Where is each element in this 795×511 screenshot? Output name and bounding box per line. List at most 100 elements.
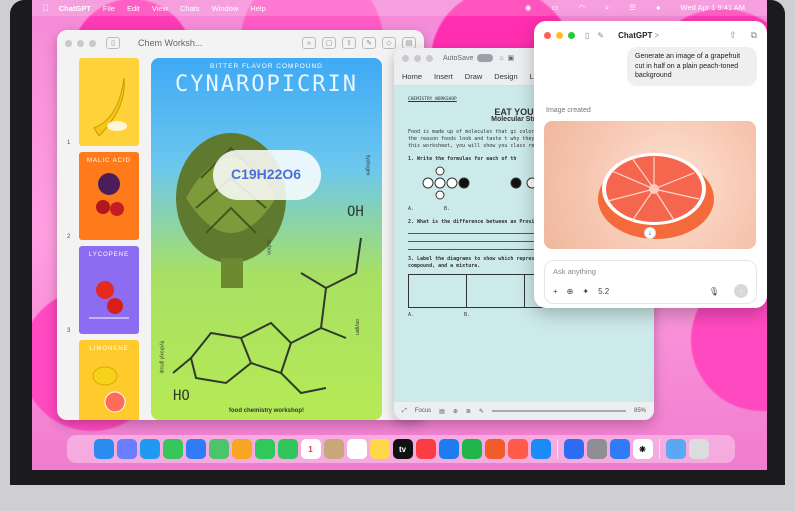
slide-thumb-4[interactable]: LIMONENE [79, 340, 139, 420]
battery-icon[interactable]: ▭ [551, 3, 558, 13]
share-icon[interactable]: ⇧ [729, 30, 737, 41]
tab-draw[interactable]: Draw [465, 72, 483, 81]
scroll-down-icon[interactable]: ↓ [644, 227, 656, 239]
chat-input[interactable]: Ask anything + ⊕ ✦ 5.2 🎙 ↑ [544, 260, 757, 304]
dock-safari-icon[interactable] [139, 439, 160, 459]
outline-icon[interactable]: ≣ [466, 408, 471, 415]
popout-icon[interactable]: ⧉ [751, 30, 757, 41]
dock-messages-icon[interactable] [162, 439, 183, 459]
web-layout-icon[interactable]: ⊕ [453, 408, 458, 415]
input-placeholder[interactable]: Ask anything [553, 267, 748, 276]
dock-music-icon[interactable] [415, 439, 436, 459]
microphone-icon[interactable]: 🎙 [709, 287, 719, 296]
dock-numbers-icon[interactable] [461, 439, 482, 459]
dock-maps-icon[interactable] [208, 439, 229, 459]
dock-word-icon[interactable] [563, 439, 584, 459]
globe-icon[interactable]: ⊕ [567, 287, 574, 296]
model-version[interactable]: 5.2 [598, 287, 609, 296]
autosave-toggle[interactable] [477, 54, 494, 62]
menu-window[interactable]: Window [212, 4, 239, 13]
dock-finder-icon[interactable] [93, 439, 114, 459]
tools-icon[interactable]: ✦ [582, 287, 589, 296]
minimize-button[interactable] [77, 39, 84, 47]
model-title[interactable]: ChatGPT [618, 31, 652, 40]
add-icon[interactable]: + [553, 287, 558, 296]
chatgpt-actions: ⇧ ⧉ [729, 30, 757, 41]
dock-tv-icon[interactable]: tv [392, 439, 413, 459]
dock-chatgpt-icon[interactable]: ❋ [632, 439, 653, 459]
dock-launchpad-icon[interactable] [116, 439, 137, 459]
dock-mail-icon[interactable] [185, 439, 206, 459]
slide-thumb-2[interactable]: MALIC ACID [79, 152, 139, 240]
menu-app-name[interactable]: ChatGPT [59, 4, 91, 13]
focus-label[interactable]: Focus [415, 408, 431, 414]
dock-screen-time-icon[interactable] [609, 439, 630, 459]
chatgpt-titlebar: ▯ ✎ ChatGPT > ⇧ ⧉ [534, 21, 767, 49]
new-chat-icon[interactable]: ✎ [597, 31, 604, 40]
tomato-icon [89, 281, 129, 319]
zoom-button[interactable] [426, 54, 433, 62]
blank-b: B. [444, 206, 451, 212]
keynote-tools: » ▢ ⇧ ✎ ◇ ▤ [302, 37, 416, 49]
menu-view[interactable]: View [152, 4, 168, 13]
dock-keynote-icon[interactable] [438, 439, 459, 459]
control-icon[interactable]: ◉ [525, 3, 532, 13]
tab-insert[interactable]: Insert [434, 72, 453, 81]
tab-home[interactable]: Home [402, 72, 422, 81]
close-button[interactable] [402, 54, 409, 62]
print-layout-icon[interactable]: ▤ [439, 408, 445, 415]
send-button[interactable]: ↑ [734, 284, 748, 298]
blank-a: A. [408, 312, 415, 318]
format-icon[interactable]: ✎ [362, 37, 376, 49]
dock-notes-icon[interactable] [369, 439, 390, 459]
close-button[interactable] [65, 39, 72, 47]
draft-icon[interactable]: ✎ [479, 408, 484, 415]
comment-icon[interactable]: ▢ [322, 37, 336, 49]
slide-thumb-1[interactable] [79, 58, 139, 146]
zoom-button[interactable] [568, 31, 575, 39]
minimize-button[interactable] [414, 54, 421, 62]
search-icon[interactable]: ⌕ [605, 3, 609, 13]
window-controls [544, 31, 575, 39]
sidebar-icon[interactable]: ▯ [106, 37, 120, 49]
animate-icon[interactable]: ◇ [382, 37, 396, 49]
dock-app-store-icon[interactable] [530, 439, 551, 459]
wifi-icon[interactable]: ◠ [579, 3, 586, 13]
dock-system-settings-icon[interactable] [586, 439, 607, 459]
zoom-button[interactable] [89, 39, 96, 47]
siri-icon[interactable]: ● [656, 3, 661, 13]
tab-design[interactable]: Design [494, 72, 517, 81]
menu-bar:  ChatGPT File Edit View Chats Window He… [32, 0, 767, 16]
play-icon[interactable]: » [302, 37, 316, 49]
dock-calendar-icon[interactable]: 1 [300, 439, 321, 459]
dock-reminders-icon[interactable] [346, 439, 367, 459]
dock-phone-icon[interactable] [277, 439, 298, 459]
menu-help[interactable]: Help [250, 4, 265, 13]
save-icon[interactable]: ▣ [508, 54, 515, 62]
slide-thumb-3[interactable]: LYCOPENE [79, 246, 139, 334]
close-button[interactable] [544, 31, 551, 39]
minimize-button[interactable] [556, 31, 563, 39]
slide-canvas[interactable]: BITTER FLAVOR COMPOUND CYNAROPICRIN C19H… [151, 58, 382, 420]
menu-clock[interactable]: Wed Apr 1 9:41 AM [681, 3, 745, 13]
keynote-title: Chem Worksh... [138, 38, 203, 48]
menu-edit[interactable]: Edit [127, 4, 140, 13]
zoom-slider[interactable] [491, 410, 626, 412]
slide-ho-label: HO [173, 388, 190, 404]
apple-icon[interactable]:  [42, 3, 49, 13]
dock-facetime-icon[interactable] [254, 439, 275, 459]
dock-contacts-icon[interactable] [323, 439, 344, 459]
focus-icon[interactable]: ⤢ [402, 408, 407, 415]
menu-chats[interactable]: Chats [180, 4, 200, 13]
dock-photos-icon[interactable] [231, 439, 252, 459]
chevron-right-icon[interactable]: > [654, 31, 659, 40]
menu-file[interactable]: File [103, 4, 115, 13]
dock-pages-icon[interactable] [484, 439, 505, 459]
dock-folder-icon[interactable] [665, 439, 686, 459]
sidebar-icon[interactable]: ▯ [585, 31, 589, 40]
share-icon[interactable]: ⇧ [342, 37, 356, 49]
dock-pixelmator-icon[interactable] [507, 439, 528, 459]
control-center-icon[interactable]: ☰ [629, 3, 636, 13]
home-icon[interactable]: ⌂ [499, 55, 503, 62]
dock-trash-icon[interactable] [688, 439, 709, 459]
